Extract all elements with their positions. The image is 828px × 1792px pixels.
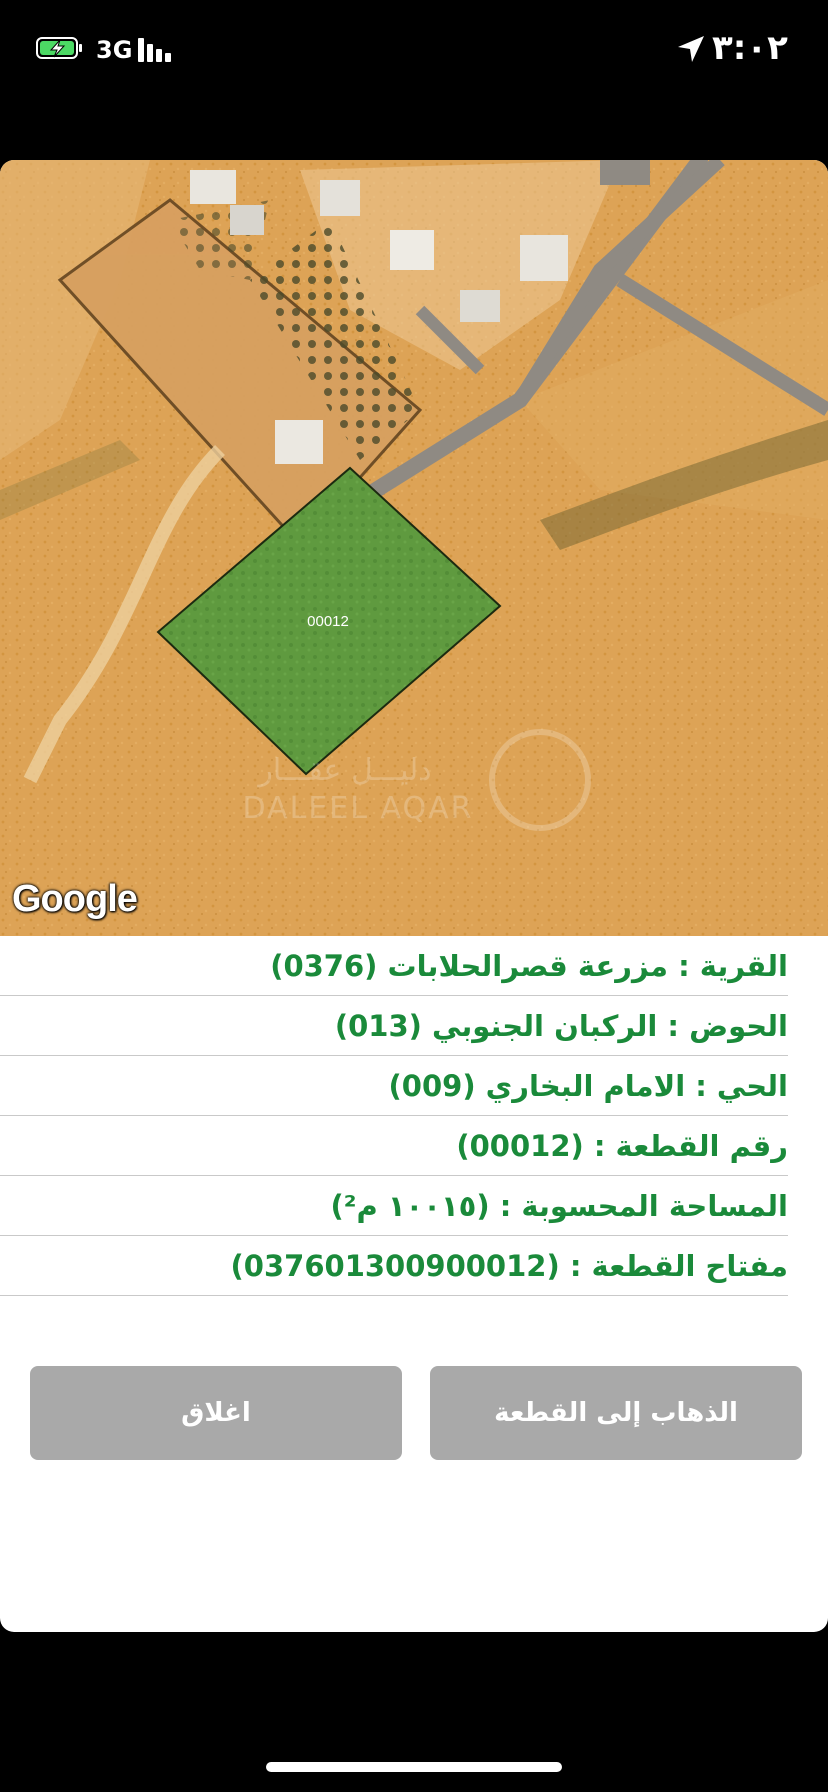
map-imagery: 00012 دليـــل عقـــار DALEEL AQAR: [0, 160, 828, 936]
info-row-village: القرية : مزرعة قصرالحلابات (0376): [0, 936, 788, 996]
parcel-number-text: رقم القطعة : (00012): [456, 1128, 788, 1163]
svg-text:DALEEL AQAR: DALEEL AQAR: [243, 791, 474, 826]
google-logo: Google: [12, 878, 138, 920]
close-button[interactable]: اغلاق: [30, 1366, 402, 1460]
go-to-parcel-button[interactable]: الذهاب إلى القطعة: [430, 1366, 802, 1460]
parcel-number-label: 00012: [307, 613, 349, 630]
home-indicator[interactable]: [266, 1762, 562, 1772]
svg-text:دليـــل عقـــار: دليـــل عقـــار: [256, 753, 431, 788]
battery-charging-icon: [36, 37, 82, 59]
village-text: القرية : مزرعة قصرالحلابات (0376): [270, 948, 788, 983]
status-bar: 3G ٣:٠٢: [0, 0, 828, 100]
info-row-area: المساحة المحسوبة : (١٠٠١٥ م²): [0, 1176, 788, 1236]
parcel-info-list: القرية : مزرعة قصرالحلابات (0376) الحوض …: [0, 936, 788, 1296]
district-text: الحي : الامام البخاري (009): [388, 1068, 788, 1103]
basin-text: الحوض : الركبان الجنوبي (013): [334, 1008, 788, 1043]
info-row-parcel-key: مفتاح القطعة : (037601300900012): [0, 1236, 788, 1296]
location-arrow-icon: [678, 36, 704, 62]
info-row-parcel-number: رقم القطعة : (00012): [0, 1116, 788, 1176]
info-row-basin: الحوض : الركبان الجنوبي (013): [0, 996, 788, 1056]
area-text: المساحة المحسوبة : (١٠٠١٥ م²): [330, 1188, 788, 1223]
network-label: 3G: [96, 36, 133, 64]
clock: ٣:٠٢: [712, 28, 788, 68]
satellite-map[interactable]: 00012 دليـــل عقـــار DALEEL AQAR Google: [0, 160, 828, 936]
parcel-key-text: مفتاح القطعة : (037601300900012): [230, 1248, 788, 1283]
info-row-district: الحي : الامام البخاري (009): [0, 1056, 788, 1116]
signal-icon: [138, 38, 171, 62]
